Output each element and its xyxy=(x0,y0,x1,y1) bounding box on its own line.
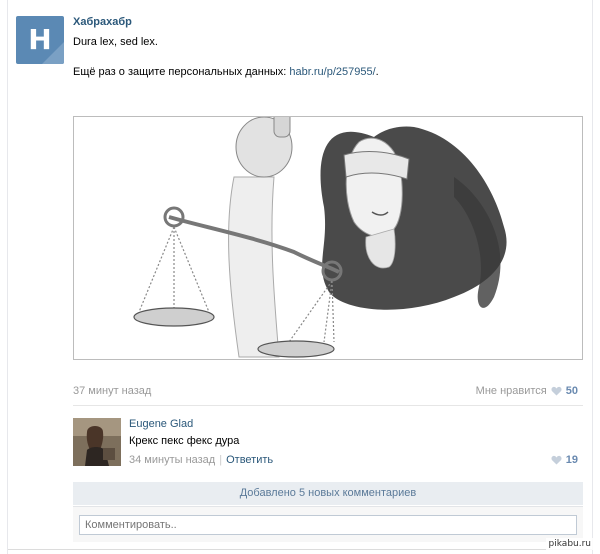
comment-avatar-image xyxy=(73,418,121,466)
post-text-suffix: . xyxy=(375,66,379,78)
like-count: 50 xyxy=(565,385,578,397)
post-text-line1: Dura lex, sed lex. xyxy=(73,36,158,48)
post-time[interactable]: 37 минут назад xyxy=(73,385,151,397)
heart-icon xyxy=(551,386,562,396)
comment-avatar[interactable] xyxy=(73,418,121,466)
new-comments-bar[interactable]: Добавлено 5 новых комментариев xyxy=(73,482,583,505)
comment-text: Крекс пекс фекс дура xyxy=(129,435,240,447)
comment-meta-separator: | xyxy=(219,454,223,466)
post-image[interactable] xyxy=(73,116,583,360)
group-avatar[interactable]: H xyxy=(16,16,64,64)
left-frame xyxy=(0,0,8,554)
right-frame xyxy=(592,0,600,554)
group-avatar-letter: H xyxy=(28,23,52,56)
watermark: pikabu.ru xyxy=(545,538,594,550)
post-link[interactable]: habr.ru/p/257955/ xyxy=(289,66,375,78)
comment-time[interactable]: 34 минуты назад xyxy=(129,454,215,466)
comment-like-count: 19 xyxy=(565,454,578,466)
comment-author[interactable]: Eugene Glad xyxy=(129,418,193,430)
post-text-prefix: Ещё раз о защите персональных данных: xyxy=(73,66,290,78)
comment-meta: 34 минуты назад | Ответить xyxy=(129,454,273,466)
wall-post: H Хабрахабр Dura lex, sed lex. Ещё раз о… xyxy=(8,0,592,554)
post-text-line2: Ещё раз о защите персональных данных: ha… xyxy=(73,66,379,78)
post-like-button[interactable]: Мне нравится 50 xyxy=(476,385,578,397)
heart-icon xyxy=(551,455,562,465)
divider xyxy=(73,405,583,406)
reply-button[interactable]: Ответить xyxy=(226,454,273,466)
like-label: Мне нравится xyxy=(475,385,547,397)
comment-like-button[interactable]: 19 xyxy=(551,454,578,466)
comment-box xyxy=(73,506,583,542)
justice-illustration xyxy=(74,117,582,359)
bottom-divider xyxy=(8,549,592,550)
comment-input[interactable] xyxy=(79,515,577,535)
post-author[interactable]: Хабрахабр xyxy=(73,16,132,28)
